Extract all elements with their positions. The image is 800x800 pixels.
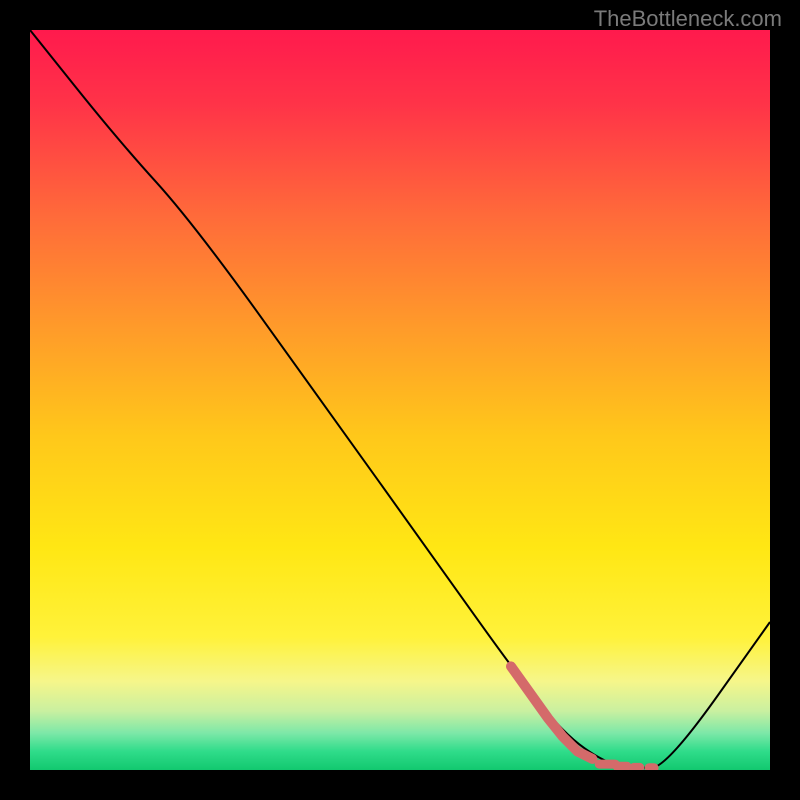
chart-svg	[30, 30, 770, 770]
chart-background	[30, 30, 770, 770]
watermark-text: TheBottleneck.com	[594, 6, 782, 32]
